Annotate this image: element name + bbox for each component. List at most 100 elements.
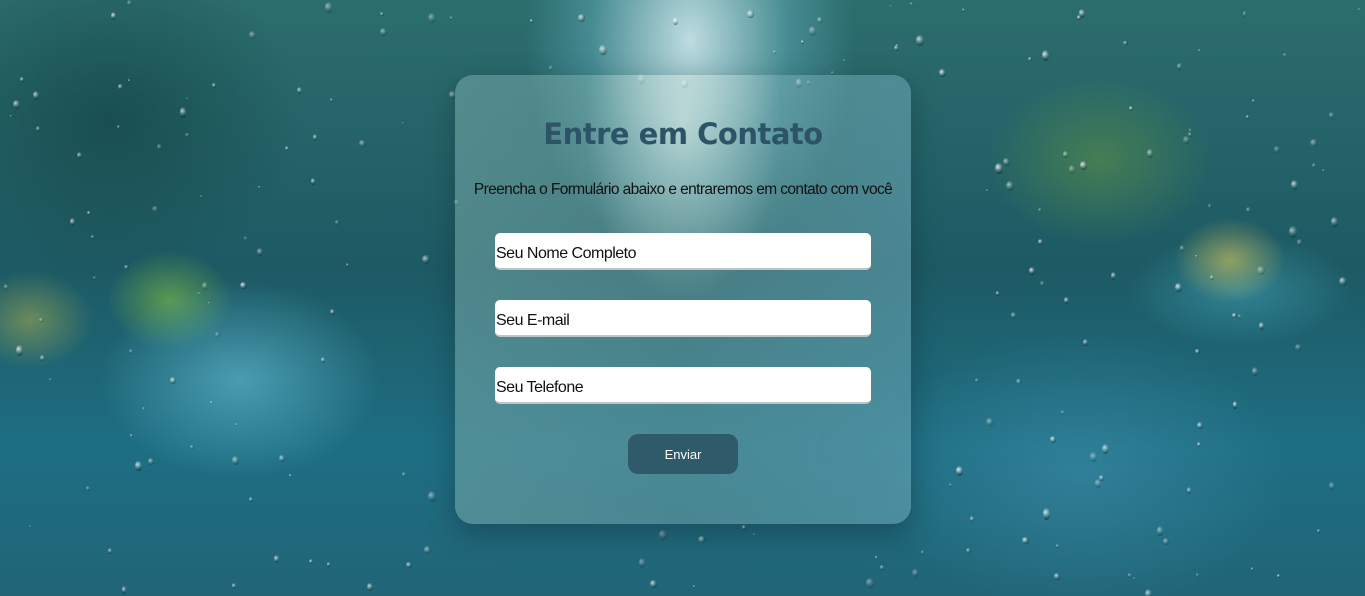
- raindrop: [169, 377, 176, 384]
- raindrop: [965, 548, 971, 554]
- raindrop: [809, 25, 816, 37]
- raindrop: [124, 264, 129, 270]
- submit-button[interactable]: Enviar: [628, 434, 738, 474]
- raindrop: [29, 524, 32, 528]
- raindrop: [279, 454, 286, 463]
- raindrop: [548, 64, 554, 71]
- raindrop: [842, 58, 846, 62]
- raindrop: [817, 16, 823, 23]
- raindrop: [380, 27, 387, 37]
- raindrop: [1040, 281, 1046, 287]
- raindrop: [800, 40, 805, 45]
- raindrop: [40, 355, 45, 362]
- raindrop: [752, 532, 756, 537]
- raindrop: [1197, 442, 1201, 448]
- raindrop: [1162, 538, 1170, 546]
- raindrop: [1277, 574, 1280, 578]
- raindrop: [90, 235, 95, 240]
- raindrop: [126, 0, 132, 7]
- raindrop: [243, 235, 248, 241]
- raindrop: [449, 16, 452, 20]
- raindrop: [258, 185, 261, 189]
- raindrop: [742, 525, 746, 530]
- raindrop: [1186, 487, 1191, 494]
- raindrop: [1062, 151, 1069, 159]
- raindrop: [86, 485, 90, 491]
- raindrop: [234, 423, 237, 427]
- form-title: Entre em Contato: [543, 117, 823, 151]
- raindrop: [1290, 179, 1299, 190]
- raindrop: [401, 121, 404, 125]
- raindrop: [93, 275, 96, 280]
- raindrop: [15, 344, 23, 356]
- raindrop: [1095, 479, 1101, 488]
- raindrop: [1232, 312, 1237, 318]
- raindrop: [1049, 435, 1057, 443]
- raindrop: [949, 483, 952, 487]
- raindrop: [208, 301, 211, 305]
- raindrop: [248, 30, 256, 39]
- raindrop: [427, 490, 436, 503]
- raindrop: [127, 79, 130, 83]
- contact-form-card: Entre em Contato Preencha o Formulário a…: [455, 75, 911, 524]
- raindrop: [147, 457, 155, 465]
- raindrop: [1312, 163, 1317, 169]
- raindrop: [1316, 528, 1321, 533]
- raindrop: [1209, 275, 1215, 280]
- raindrop: [12, 100, 20, 110]
- raindrop: [1053, 573, 1060, 581]
- raindrop: [920, 550, 924, 555]
- raindrop: [1038, 207, 1043, 212]
- raindrop: [312, 133, 318, 141]
- raindrop: [1273, 146, 1281, 154]
- raindrop: [1198, 49, 1201, 52]
- raindrop: [200, 194, 203, 198]
- raindrop: [1037, 239, 1044, 246]
- raindrop: [1358, 8, 1361, 11]
- raindrop: [49, 378, 52, 382]
- raindrop: [39, 317, 44, 323]
- raindrop: [1242, 11, 1247, 17]
- raindrop: [1028, 267, 1035, 275]
- raindrop: [423, 546, 432, 554]
- raindrop: [1127, 573, 1132, 579]
- raindrop: [19, 76, 24, 83]
- email-input[interactable]: [495, 300, 871, 337]
- raindrop: [128, 348, 133, 355]
- raindrop: [1068, 165, 1075, 175]
- raindrop: [190, 445, 195, 450]
- raindrop: [530, 18, 534, 23]
- raindrop: [1245, 207, 1251, 213]
- raindrop: [672, 17, 679, 26]
- raindrop: [1175, 282, 1182, 293]
- raindrop: [4, 283, 9, 290]
- raindrop: [692, 584, 695, 588]
- raindrop: [916, 35, 924, 46]
- raindrop: [866, 578, 875, 588]
- raindrop: [185, 97, 188, 101]
- raindrop: [1156, 526, 1164, 537]
- raindrop: [773, 50, 777, 55]
- raindrop: [1196, 422, 1203, 429]
- raindrop: [1258, 321, 1264, 331]
- raindrop: [1250, 566, 1254, 571]
- raindrop: [327, 561, 331, 567]
- raindrop: [1182, 136, 1190, 144]
- raindrop: [1064, 297, 1069, 305]
- raindrop: [77, 152, 83, 159]
- raindrop: [324, 2, 333, 13]
- raindrop: [1329, 482, 1335, 490]
- raindrop: [1328, 112, 1335, 119]
- raindrop: [329, 98, 333, 102]
- raindrop: [366, 583, 373, 592]
- raindrop: [257, 248, 263, 256]
- phone-input[interactable]: [495, 367, 871, 404]
- raindrop: [1090, 451, 1097, 462]
- raindrop: [1208, 203, 1212, 208]
- raindrop: [379, 11, 384, 16]
- raindrop: [1245, 114, 1250, 119]
- raindrop: [1006, 180, 1014, 191]
- raindrop: [157, 144, 162, 151]
- raindrop: [747, 9, 754, 19]
- full-name-input[interactable]: [495, 233, 871, 270]
